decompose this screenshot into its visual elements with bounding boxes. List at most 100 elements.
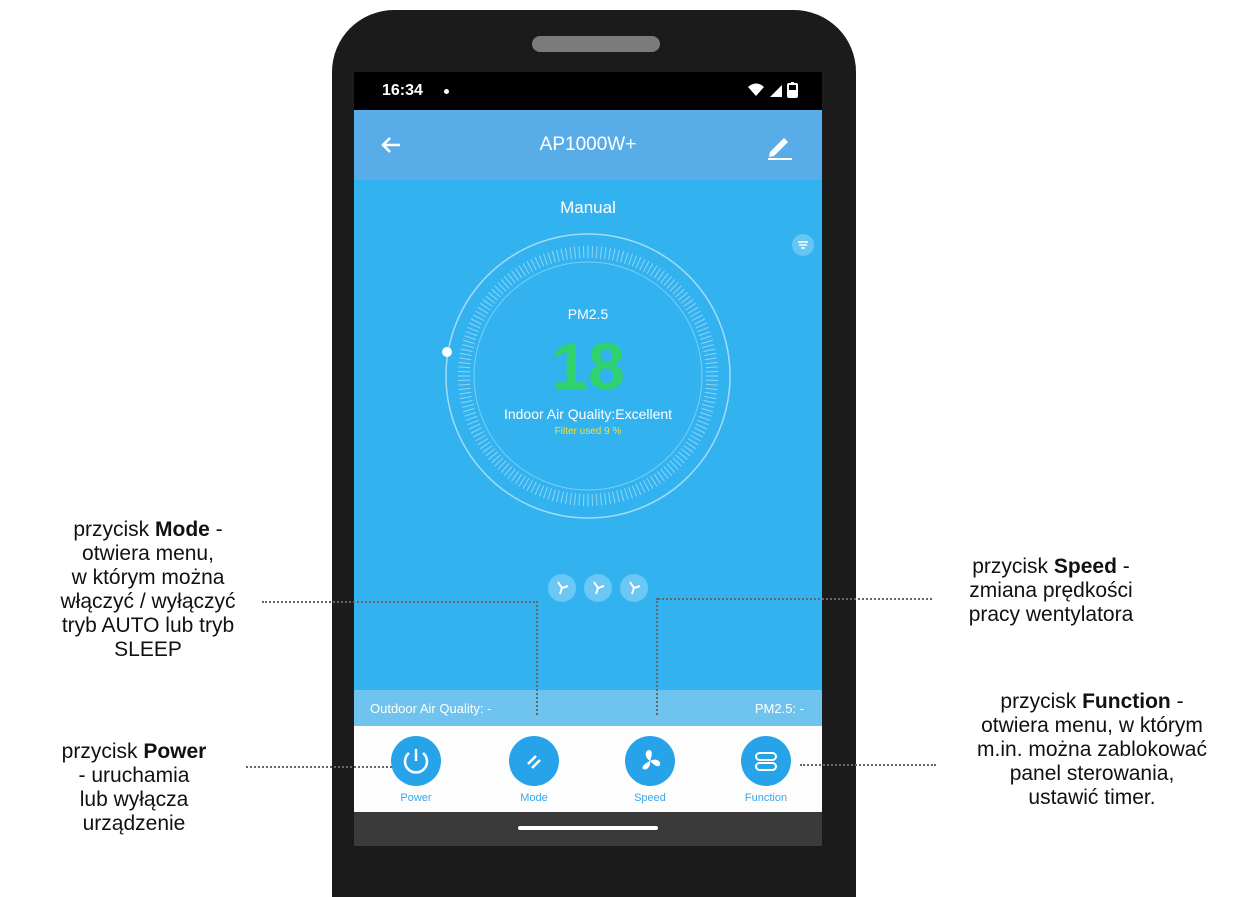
control-bar: Power Mode Speed Function [354,726,822,812]
mode-button[interactable]: Mode [494,736,574,810]
gauge-tick [556,490,560,503]
outdoor-bar: Outdoor Air Quality: - PM2.5: - [354,690,822,726]
speaker-grille [532,36,660,52]
function-icon [755,752,777,771]
outdoor-air-quality: Outdoor Air Quality: - [370,701,492,716]
gauge-tick [569,247,573,260]
callout-mode: przycisk Mode - otwiera menu, w którym m… [60,518,236,661]
edit-pencil-icon[interactable] [764,130,794,160]
pm25-label: PM2.5 [567,306,609,322]
gauge-tick [642,260,650,273]
callout-speed: przycisk Speed - zmiana prędkości pracy … [968,555,1134,626]
gauge-tick [538,255,545,267]
leader-mode-vertical [536,601,538,715]
power-icon [403,749,429,774]
gauge-tick [534,483,541,495]
gauge-tick [607,247,612,260]
gauge-tick [526,260,534,273]
main-panel: Manual PM2.5 18 Indoor Air Quality:Excel… [354,180,822,690]
gauge-tick [616,249,620,262]
callout-function: przycisk Function - otwiera menu, w któr… [977,690,1207,809]
notification-dot-icon [444,89,449,94]
gauge-tick [631,255,638,267]
gauge-tick [547,252,553,264]
gauge-tick [599,493,603,506]
gauge-tick [603,247,607,260]
leader-speed [658,598,932,600]
gauge-tick [578,246,581,259]
gauge-tick [623,488,629,500]
gauge-tick [616,490,620,503]
gauge-tick [551,489,556,502]
power-button[interactable]: Power [376,736,456,810]
gauge-tick [534,257,541,269]
home-gesture-bar[interactable] [518,826,658,830]
gauge-tick [646,477,654,489]
gauge-tick [530,258,537,271]
gauge-tick [639,258,646,271]
gauge-tick [547,488,553,500]
fan-speed-1-icon[interactable] [548,574,576,602]
gauge-tick [573,493,577,506]
pm25-value: 18 [551,329,625,403]
gauge-tick [543,253,549,266]
gauge-tick [612,491,616,504]
gauge-tick [627,486,633,499]
speed-button-label: Speed [634,792,666,804]
gauge-tick [595,493,598,506]
app-screen: 16:34 AP1000W+ Manual PM2.5 18 Indoor Ai… [354,72,822,846]
gauge-tick [603,492,607,505]
gauge-tick [526,479,534,492]
leader-function [800,764,936,766]
gauge-tick [595,246,598,259]
mode-icon [527,755,541,769]
indoor-air-quality: Indoor Air Quality:Excellent [503,406,673,422]
gauge-tick [599,246,603,259]
fan-speed-3-icon[interactable] [620,574,648,602]
filter-usage: Filter used 9 % [554,426,622,437]
gauge-tick [543,486,549,499]
gauge-tick [635,257,642,269]
gauge-tick [560,248,564,261]
fan-speed-2-icon[interactable] [584,574,612,602]
gauge-tick [573,246,577,259]
fan-icon [642,750,661,770]
gauge-tick [538,485,545,497]
gauge-tick [578,493,581,506]
gauge-tick [551,250,556,263]
device-title: AP1000W+ [539,134,637,155]
signal-icon [770,85,782,97]
leader-speed-vertical [656,598,658,715]
phone-frame: 16:34 AP1000W+ Manual PM2.5 18 Indoor Ai… [332,10,856,897]
gauge-tick [639,481,646,494]
gauge-tick [646,263,654,275]
mode-button-label: Mode [520,792,548,804]
gauge-tick [564,492,569,505]
gauge-tick [530,481,537,494]
outdoor-pm25: PM2.5: - [754,701,804,716]
status-bar: 16:34 [354,72,822,110]
gauge-tick [607,492,612,505]
gauge-tick [556,249,560,262]
app-bar: AP1000W+ [354,110,822,180]
gauge-tick [612,248,616,261]
speed-button[interactable]: Speed [610,736,690,810]
leader-mode [262,601,538,603]
gauge-tick [623,252,629,264]
battery-icon [787,82,798,98]
gauge-tick [620,250,625,263]
gauge-tick [620,489,625,502]
gauge-tick [631,485,638,497]
gauge-tick [564,247,569,260]
gauge-tick [635,483,642,495]
callout-power: przycisk Power - uruchamia lub wyłącza u… [61,740,207,835]
status-icons [746,81,802,104]
leader-power [246,766,392,768]
gauge-tick [642,479,650,492]
function-button[interactable]: Function [726,736,806,810]
status-time: 16:34 [382,82,423,99]
power-button-label: Power [400,792,432,804]
gauge-tick [522,477,530,489]
gauge-tick [560,491,564,504]
function-button-label: Function [744,792,788,804]
